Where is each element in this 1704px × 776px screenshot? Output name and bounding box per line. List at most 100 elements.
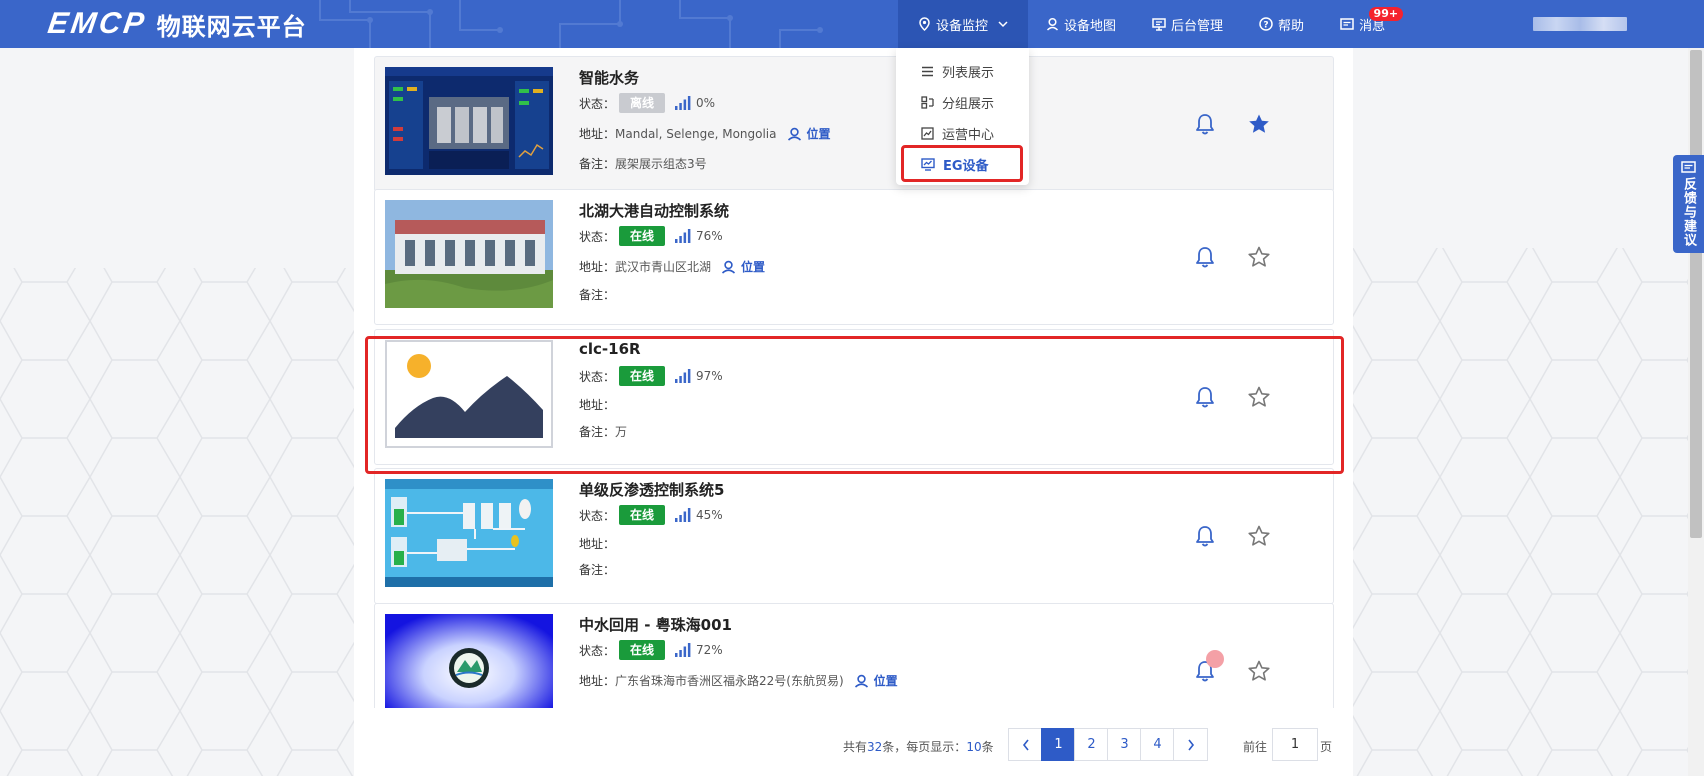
menu-item-label: EG设备 bbox=[943, 159, 989, 174]
user-avatar-name[interactable] bbox=[1533, 17, 1627, 31]
status-badge: 在线 bbox=[619, 505, 666, 525]
bell-icon[interactable] bbox=[1195, 650, 1224, 682]
goto-label: 前往 bbox=[1243, 740, 1268, 754]
address-label: 地址： bbox=[579, 398, 616, 412]
next-page-button[interactable] bbox=[1173, 728, 1208, 761]
nav-help[interactable]: ? 帮助 bbox=[1241, 0, 1322, 48]
status-row: 状态： 在线 76% bbox=[579, 226, 723, 246]
page-button-3[interactable]: 3 bbox=[1107, 728, 1142, 761]
location-pin-icon bbox=[919, 17, 930, 31]
remark-value: 万 bbox=[615, 425, 628, 439]
device-card[interactable]: 北湖大港自动控制系统 状态： 在线 76% 地址： 武汉市青山区北湖 位置 备注… bbox=[374, 189, 1334, 325]
status-row: 状态： 离线 0% bbox=[579, 93, 715, 113]
address-row: 地址： 武汉市青山区北湖 位置 bbox=[579, 258, 765, 275]
notification-dot bbox=[1206, 650, 1224, 668]
person-pin-icon bbox=[1046, 17, 1059, 31]
device-thumbnail[interactable] bbox=[385, 67, 553, 175]
status-badge: 在线 bbox=[619, 640, 666, 660]
location-link[interactable]: 位置 bbox=[854, 672, 898, 689]
chevron-right-icon bbox=[1187, 739, 1194, 750]
star-outline-icon[interactable] bbox=[1248, 246, 1270, 268]
bell-icon[interactable] bbox=[1195, 525, 1215, 547]
device-thumbnail[interactable] bbox=[385, 340, 553, 448]
page-button-4[interactable]: 4 bbox=[1140, 728, 1175, 761]
remark-row: 备注： 展架展示组态3号 bbox=[579, 155, 707, 172]
star-filled-icon[interactable] bbox=[1248, 113, 1270, 135]
logo-mark: EMCP bbox=[45, 7, 150, 40]
nav-label: 后台管理 bbox=[1171, 18, 1224, 34]
device-name[interactable]: 北湖大港自动控制系统 bbox=[579, 200, 729, 221]
menu-item-label: 运营中心 bbox=[942, 128, 995, 143]
list-icon bbox=[922, 66, 933, 77]
device-name[interactable]: clc-16R bbox=[579, 340, 641, 358]
prev-page-button[interactable] bbox=[1008, 728, 1043, 761]
address-value: 广东省珠海市香洲区福永路22号(东航贸易) bbox=[615, 674, 844, 688]
signal-icon bbox=[675, 508, 691, 522]
menu-item-label: 分组展示 bbox=[942, 97, 995, 112]
menu-item-list-view[interactable]: 列表展示 bbox=[896, 56, 1029, 87]
status-row: 状态： 在线 72% bbox=[579, 640, 723, 660]
total-mid: 条，每页显示： bbox=[882, 740, 967, 754]
building-photo-image bbox=[385, 200, 553, 308]
menu-item-group-view[interactable]: 分组展示 bbox=[896, 87, 1029, 118]
signal-icon bbox=[675, 643, 691, 657]
logo[interactable]: EMCP 物联网云平台 bbox=[45, 7, 307, 41]
logo-text: 物联网云平台 bbox=[156, 12, 307, 41]
total-count: 32 bbox=[867, 740, 883, 754]
bell-icon[interactable] bbox=[1195, 246, 1215, 268]
device-name[interactable]: 单级反渗透控制系统5 bbox=[579, 479, 724, 500]
device-card[interactable]: 中水回用 - 粤珠海001 状态： 在线 72% 地址： 广东省珠海市香洲区福永… bbox=[374, 603, 1334, 708]
location-link[interactable]: 位置 bbox=[787, 125, 831, 142]
total-prefix: 共有 bbox=[843, 740, 868, 754]
device-name[interactable]: 中水回用 - 粤珠海001 bbox=[579, 614, 732, 635]
page-size[interactable]: 10 bbox=[966, 740, 981, 754]
remark-row: 备注： 万 bbox=[579, 423, 627, 440]
page-button-1[interactable]: 1 bbox=[1041, 728, 1076, 761]
page-button-2[interactable]: 2 bbox=[1074, 728, 1109, 761]
device-card[interactable]: 单级反渗透控制系统5 状态： 在线 45% 地址： 备注： bbox=[374, 468, 1334, 604]
star-outline-icon[interactable] bbox=[1248, 660, 1270, 682]
device-name[interactable]: 智能水务 bbox=[579, 67, 639, 88]
remark-label: 备注： bbox=[579, 288, 616, 302]
scrollbar-thumb[interactable] bbox=[1690, 50, 1702, 538]
device-thumbnail[interactable] bbox=[385, 479, 553, 587]
menu-item-operation-center[interactable]: 运营中心 bbox=[896, 118, 1029, 149]
status-label: 状态： bbox=[579, 369, 616, 384]
address-value: Mandal, Selenge, Mongolia bbox=[615, 126, 777, 141]
address-row: 地址： Mandal, Selenge, Mongolia 位置 bbox=[579, 125, 831, 142]
signal-value: 72% bbox=[696, 643, 723, 657]
location-link[interactable]: 位置 bbox=[721, 258, 765, 275]
bell-icon[interactable] bbox=[1195, 113, 1215, 135]
status-label: 状态： bbox=[579, 229, 616, 244]
person-pin-icon bbox=[854, 674, 868, 688]
device-card[interactable]: clc-16R 状态： 在线 97% 地址： 备注： 万 bbox=[374, 329, 1334, 465]
device-thumbnail[interactable] bbox=[385, 200, 553, 308]
device-thumbnail[interactable] bbox=[385, 614, 553, 708]
remark-label: 备注： bbox=[579, 425, 616, 439]
signal-icon bbox=[675, 369, 691, 383]
menu-item-eg-device[interactable]: EG设备 bbox=[896, 149, 1029, 180]
goto-page-input[interactable] bbox=[1272, 728, 1318, 761]
address-row: 地址： bbox=[579, 396, 615, 413]
device-card[interactable]: 智能水务 状态： 离线 0% 地址： Mandal, Selenge, Mong… bbox=[374, 56, 1334, 192]
status-label: 状态： bbox=[579, 96, 616, 111]
bell-icon[interactable] bbox=[1195, 386, 1215, 408]
menu-item-label: 列表展示 bbox=[942, 66, 995, 81]
nav-label: 设备地图 bbox=[1064, 18, 1117, 34]
nav-device-map[interactable]: 设备地图 bbox=[1028, 0, 1134, 48]
nav-messages[interactable]: 消息 99+ bbox=[1322, 0, 1404, 48]
chart-box-icon bbox=[921, 127, 934, 140]
water-logo-image bbox=[385, 614, 553, 708]
signal-value: 45% bbox=[696, 508, 723, 522]
nav-device-monitor[interactable]: 设备监控 bbox=[898, 0, 1029, 48]
device-monitor-dropdown: 列表展示 分组展示 运营中心 EG设备 bbox=[896, 48, 1029, 185]
scada-screenshot-image bbox=[385, 67, 553, 175]
star-outline-icon[interactable] bbox=[1248, 525, 1270, 547]
feedback-tab[interactable]: 反馈与建议 bbox=[1673, 155, 1704, 253]
trend-monitor-icon bbox=[921, 158, 935, 171]
status-row: 状态： 在线 45% bbox=[579, 505, 723, 525]
group-icon bbox=[921, 96, 934, 109]
star-outline-icon[interactable] bbox=[1248, 386, 1270, 408]
nav-admin[interactable]: 后台管理 bbox=[1134, 0, 1241, 48]
signal-value: 0% bbox=[696, 96, 716, 110]
